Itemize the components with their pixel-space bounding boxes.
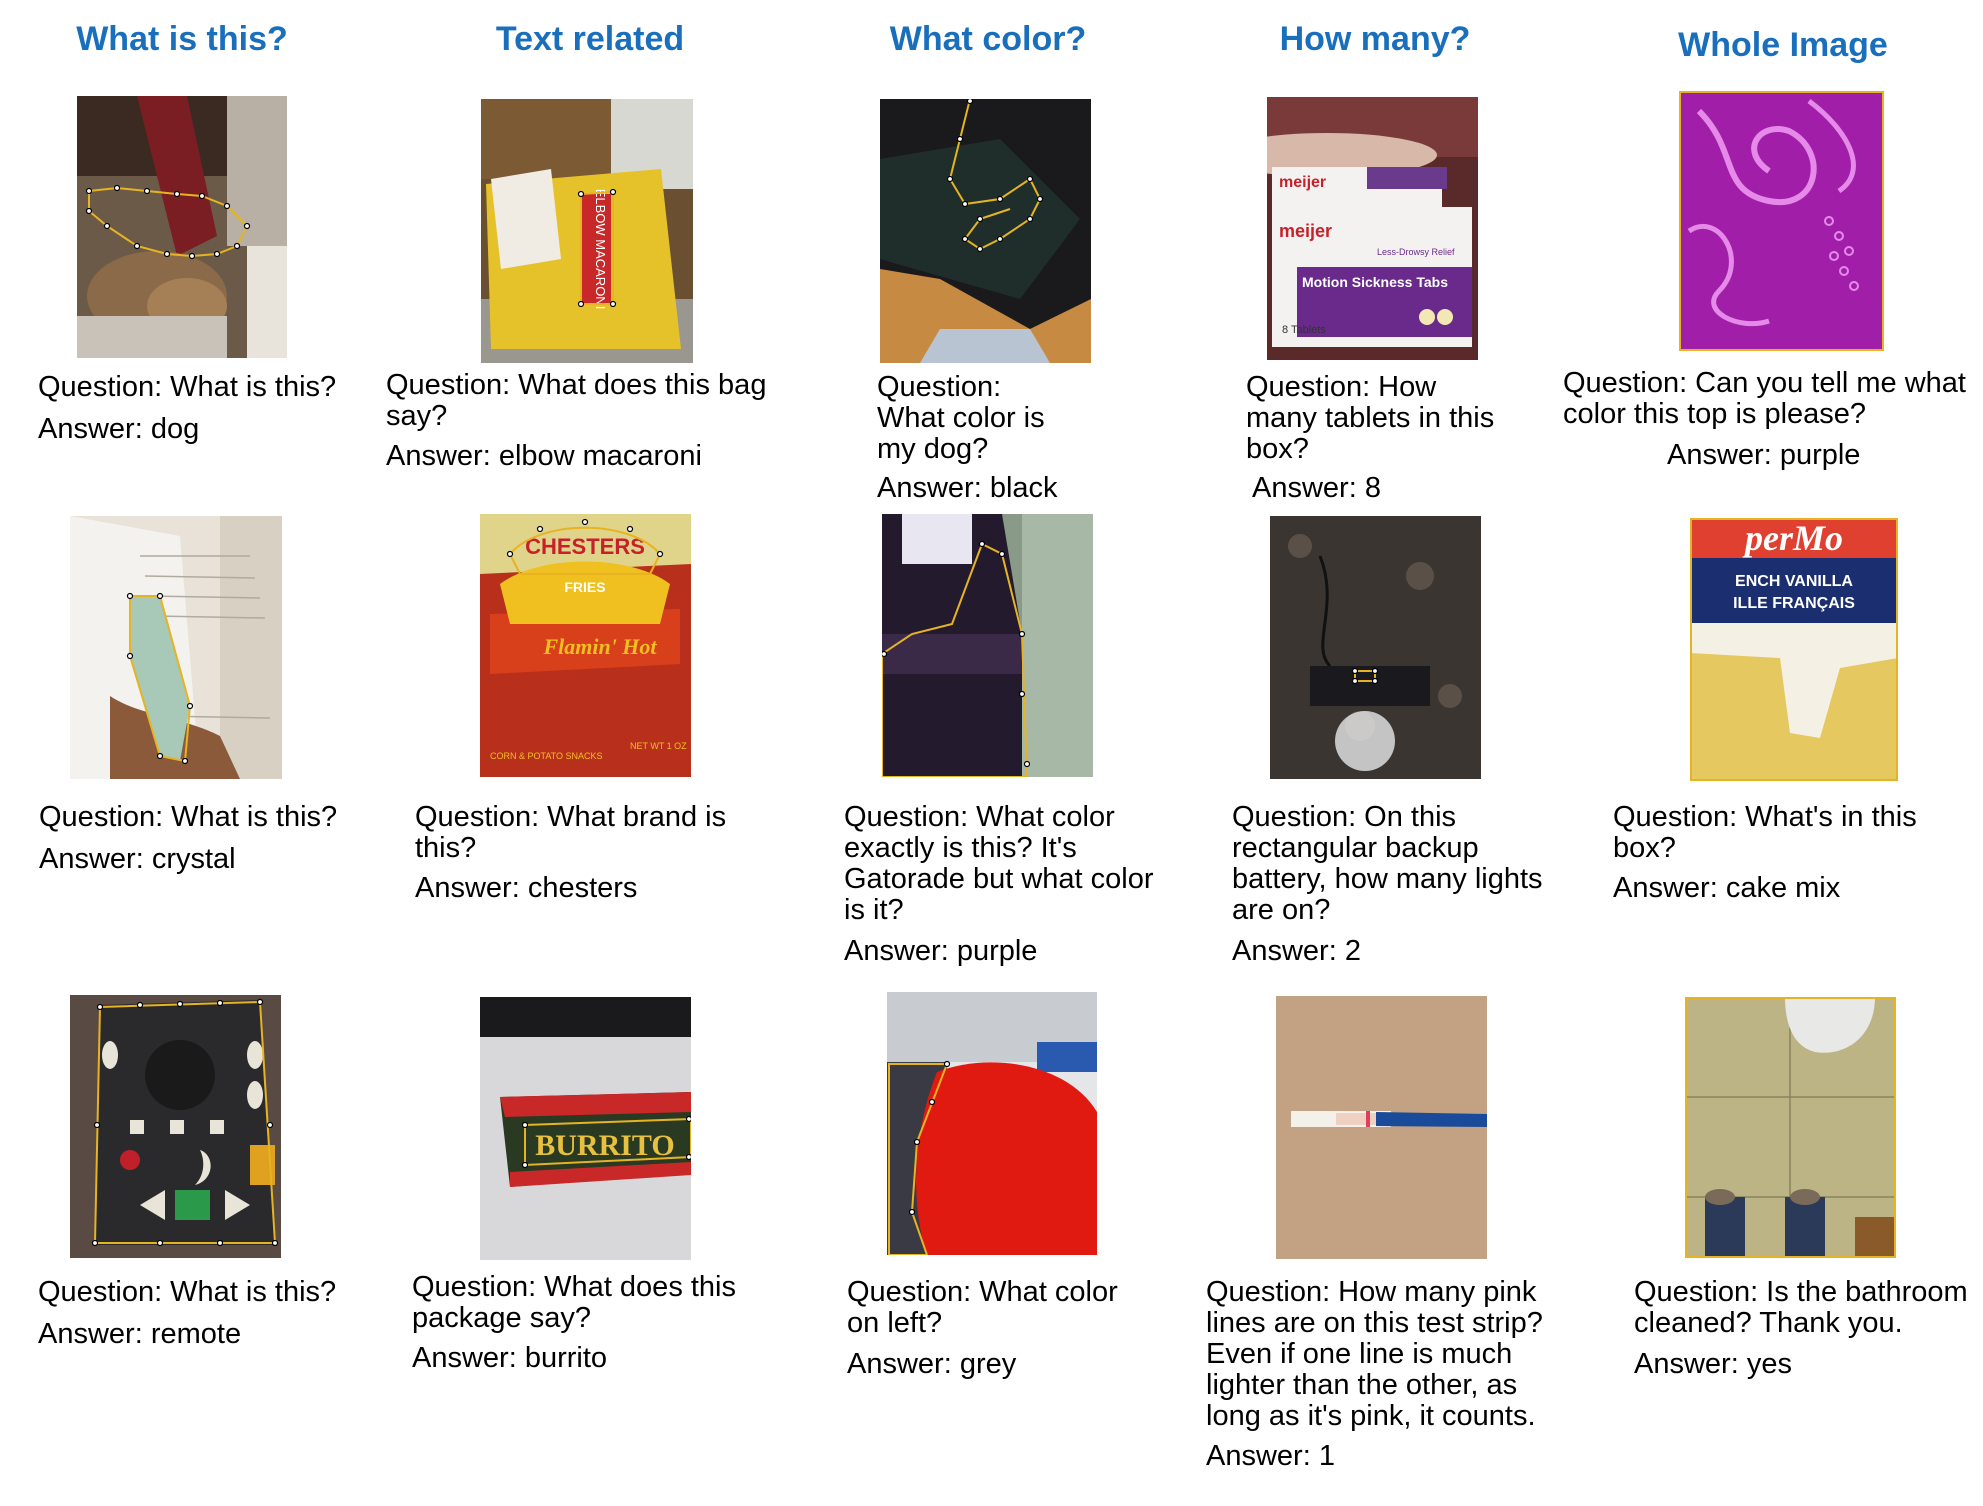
question-text: Question: What is this? [39,801,338,833]
question-text: Question: On this rectangular backup bat… [1232,801,1543,926]
photo-label-text: FRIES [564,579,605,595]
photo-label-text: Motion Sickness Tabs [1302,274,1448,290]
macaroni-bag-photo: ELBOW MACARONI [481,99,693,363]
column-header-text-related: Text related [495,20,685,58]
answer-text: Answer: burrito [412,1342,608,1374]
question-text: Question: What brand is this? [415,801,727,864]
photo-label-text: meijer [1279,174,1326,191]
answer-text: Answer: cake mix [1613,872,1841,904]
question-text: Question: Is the bathroom cleaned? Thank… [1634,1276,1968,1339]
photo-label-text: 8 Tablets [1282,324,1326,336]
purple-top-photo [1679,91,1884,351]
photo-label-text: meijer [1279,221,1332,241]
question-text: Question: What does this bag say? [386,369,767,432]
black-dog-photo [880,99,1091,363]
photo-label-text: ENCH VANILLA [1735,573,1853,590]
crystal-photo [70,516,282,779]
question-text: Question: What is this? [38,371,337,403]
test-strip-photo [1276,996,1487,1259]
answer-text: Answer: black [877,472,1058,504]
answer-text: Answer: chesters [415,872,638,904]
answer-text: Answer: elbow macaroni [386,440,702,472]
column-header-whole-image: Whole Image [1678,26,1888,64]
gatorade-photo [882,514,1093,777]
chesters-bag-photo: CHESTERS FRIES Flamin' Hot CORN & POTATO… [480,514,691,777]
question-text: Question: What is this? [38,1276,337,1308]
answer-text: Answer: purple [1667,439,1861,471]
column-header-what-color: What color? [889,20,1087,58]
answer-text: Answer: crystal [39,843,236,875]
photo-label-text: Less-Drowsy Relief [1377,247,1455,257]
red-cloth-photo [887,992,1097,1255]
photo-label-text: ELBOW MACARONI [593,189,608,310]
answer-text: Answer: remote [38,1318,242,1350]
remote-photo [70,995,281,1258]
photo-label-text: CORN & POTATO SNACKS [490,751,603,761]
answer-text: Answer: 2 [1232,935,1361,967]
answer-text: Answer: purple [844,935,1038,967]
backup-battery-photo [1270,516,1481,779]
answer-text: Answer: grey [847,1348,1017,1380]
photo-label-text: BURRITO [535,1129,674,1162]
question-text: Question: How many tablets in this box? [1246,371,1495,465]
question-text: Question: How many pink lines are on thi… [1206,1276,1543,1432]
question-text: Question: What color on left? [847,1276,1118,1339]
dog-photo [77,96,287,358]
answer-text: Answer: yes [1634,1348,1792,1380]
photo-label-text: perMo [1742,518,1843,558]
question-text: Question: What's in this box? [1613,801,1917,864]
cake-mix-photo: perMo ENCH VANILLA ILLE FRANÇAIS [1690,518,1898,781]
burrito-photo: BURRITO [480,997,691,1260]
answer-text: Answer: dog [38,413,200,445]
answer-text: Answer: 1 [1206,1440,1335,1472]
column-header-what-is-this: What is this? [76,20,288,58]
question-text: Question: Can you tell me what color thi… [1563,367,1966,430]
answer-text: Answer: 8 [1252,472,1381,504]
photo-label-text: ILLE FRANÇAIS [1733,595,1855,612]
question-text: Question: What color is my dog? [877,371,1045,465]
photo-label-text: Flamin' Hot [542,634,657,659]
bathroom-photo [1685,997,1896,1258]
photo-label-text: NET WT 1 OZ [630,741,687,751]
column-header-how-many: How many? [1279,20,1471,58]
meijer-box-photo: meijer meijer Less-Drowsy Relief Motion … [1267,97,1478,360]
question-text: Question: What color exactly is this? It… [844,801,1154,926]
photo-label-text: CHESTERS [525,534,645,559]
question-text: Question: What does this package say? [412,1271,736,1334]
